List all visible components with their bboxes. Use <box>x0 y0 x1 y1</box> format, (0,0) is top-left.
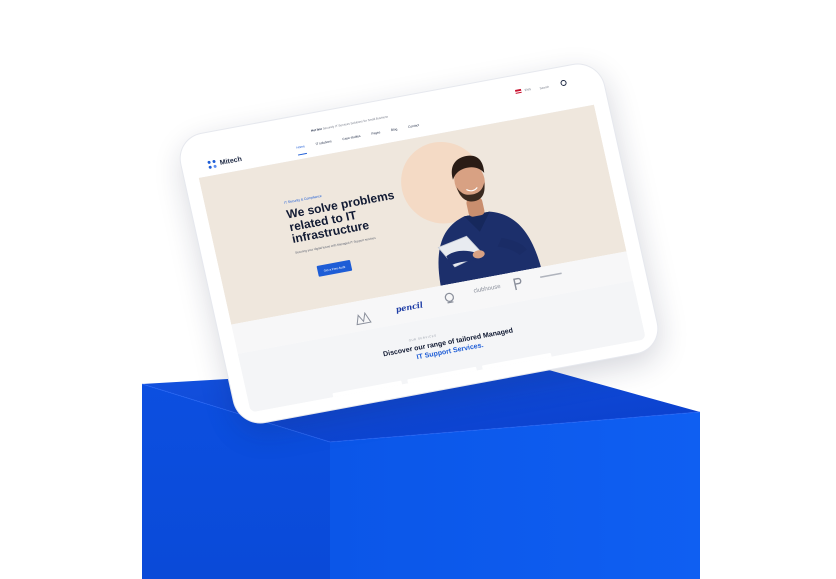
uk-flag-icon <box>515 88 523 94</box>
brand-logo-wordmark-icon <box>539 272 562 278</box>
search-icon[interactable] <box>559 79 568 87</box>
website-screen: Hot line Securely IT Services Solutions … <box>192 74 646 413</box>
language-selector[interactable]: ENG <box>515 87 532 94</box>
logo[interactable]: Mitech <box>207 155 243 170</box>
logo-mark-icon <box>207 159 218 170</box>
search-input[interactable]: Search <box>539 85 549 91</box>
brand-logo-1-icon <box>356 311 372 326</box>
nav-item-pages[interactable]: Pages <box>371 130 381 136</box>
brand-logo-pencil: pencil <box>394 299 424 315</box>
services-title: Discover our range of tailored Managed I… <box>359 322 540 372</box>
hero-cta-button[interactable]: Get a Free Audit <box>316 259 353 277</box>
brand-logo-p-icon <box>513 277 522 291</box>
nav-item-it-solutions[interactable]: IT solutions <box>315 139 332 146</box>
language-label: ENG <box>524 87 532 93</box>
nav-item-contact[interactable]: Contact <box>408 123 420 129</box>
notice-bold: Hot line <box>310 126 323 133</box>
nav-item-case-studies[interactable]: Case studies <box>342 134 361 141</box>
brand-logo-clubhouse: clubhouse <box>473 283 502 295</box>
nav-item-blog[interactable]: Blog <box>391 127 398 132</box>
logo-name: Mitech <box>219 155 243 167</box>
hero-person-image <box>437 155 541 286</box>
nav-item-home[interactable]: Home <box>296 144 305 149</box>
brand-logo-swirl-icon <box>444 292 454 304</box>
